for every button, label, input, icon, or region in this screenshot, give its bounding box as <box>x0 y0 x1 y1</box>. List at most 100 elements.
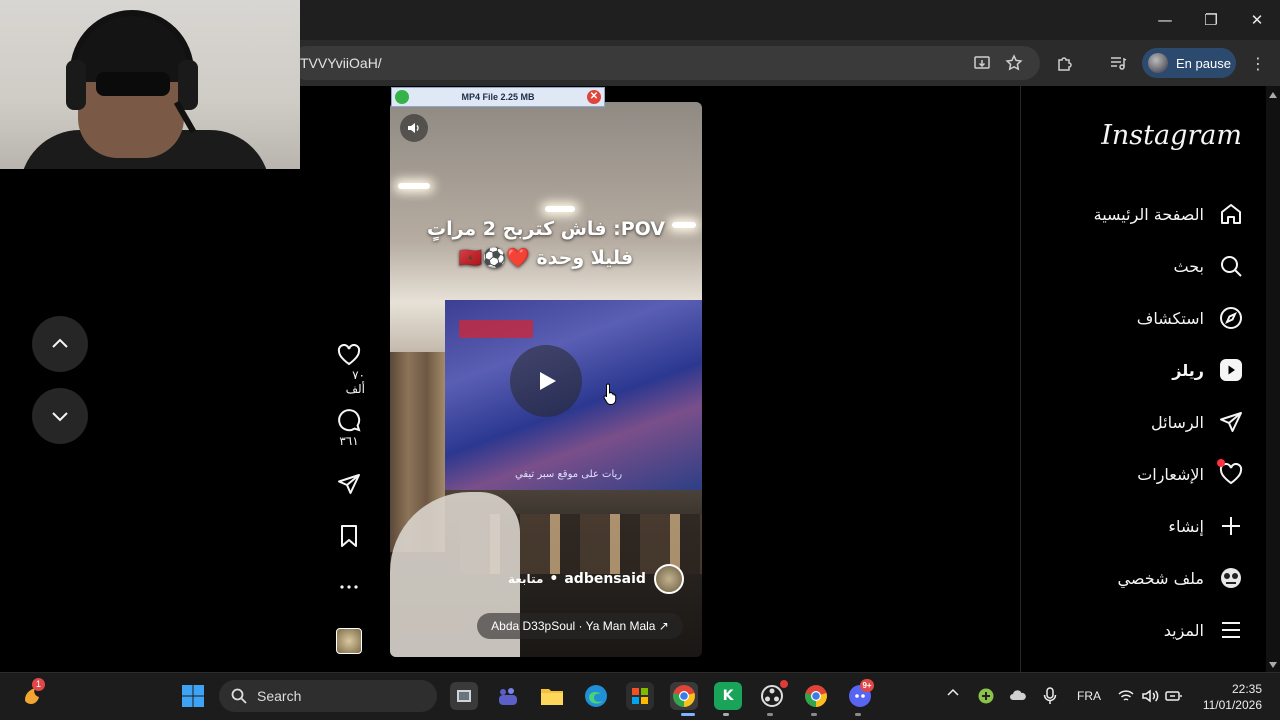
notification-badge: 1 <box>32 678 45 691</box>
reels-icon <box>1218 357 1244 383</box>
send-icon[interactable] <box>337 472 361 496</box>
taskbar-search[interactable]: Search <box>219 680 437 712</box>
bookmark-star-icon[interactable] <box>1003 52 1025 74</box>
match-scoreboard <box>459 320 533 338</box>
reel-caption-line-1: POV: فاش كتربح 2 مراتٍ <box>426 218 665 240</box>
reel-video[interactable]: ريات على موقع سبر تيفي POV: فاش كتربح 2 … <box>390 102 702 657</box>
sidebar-item-more[interactable]: المزيد <box>1040 612 1244 648</box>
tray-plus-app-icon[interactable] <box>978 688 994 707</box>
webcam-headset <box>70 10 194 80</box>
minimize-button[interactable]: — <box>1142 0 1188 40</box>
share-action[interactable] <box>333 472 365 496</box>
more-horizontal-icon[interactable] <box>337 576 361 598</box>
home-icon <box>1218 201 1244 227</box>
extensions-icon[interactable] <box>1054 52 1076 74</box>
reel-author-row: متابعة • adbensaid <box>508 571 646 587</box>
onedrive-icon[interactable] <box>1009 689 1027 704</box>
profile-avatar <box>1148 53 1168 73</box>
chevron-up-icon <box>52 338 68 348</box>
start-button[interactable] <box>181 684 205 708</box>
profile-chip[interactable]: En pause <box>1142 48 1236 78</box>
battery-icon[interactable] <box>1165 689 1183 706</box>
next-reel-button[interactable] <box>32 388 88 444</box>
author-username[interactable]: adbensaid <box>564 571 646 587</box>
volume-icon[interactable] <box>1141 688 1159 707</box>
running-indicator <box>723 713 729 716</box>
tray-overflow-icon[interactable] <box>946 686 960 703</box>
sidebar-item-label: الرسائل <box>1151 412 1204 432</box>
embedded-ticker: ريات على موقع سبر تيفي <box>515 469 623 480</box>
microphone-icon[interactable] <box>1043 687 1057 708</box>
language-indicator[interactable]: FRA <box>1077 689 1101 703</box>
discord-icon[interactable]: 9+ <box>846 679 874 710</box>
play-icon <box>540 372 556 390</box>
sidebar-item-explore[interactable]: استكشاف <box>1040 300 1244 336</box>
wifi-icon[interactable] <box>1118 689 1134 706</box>
search-icon <box>231 688 247 704</box>
kick-icon[interactable]: K <box>714 682 742 710</box>
running-indicator <box>855 713 861 716</box>
more-options-action[interactable] <box>333 576 365 598</box>
clock-date: 11/01/2026 <box>1202 698 1262 712</box>
play-button[interactable] <box>510 345 582 417</box>
sidebar-item-label: ريلز <box>1172 360 1204 380</box>
scroll-down-arrow-icon[interactable] <box>1269 662 1277 668</box>
sidebar-item-label: الإشعارات <box>1137 464 1204 484</box>
author-avatar[interactable] <box>654 564 684 594</box>
windows-logo-icon <box>182 685 204 707</box>
sidebar-item-profile[interactable]: ملف شخصي <box>1040 560 1244 596</box>
close-window-button[interactable]: ✕ <box>1234 0 1280 40</box>
heart-icon[interactable] <box>337 344 361 366</box>
comment-icon[interactable] <box>337 408 361 432</box>
sidebar-item-search[interactable]: بحث <box>1040 248 1244 284</box>
chrome-profile-icon[interactable] <box>802 682 830 710</box>
weather-widget[interactable]: 1 <box>20 678 46 708</box>
webcam-sunglasses <box>96 72 170 96</box>
sidebar-item-messages[interactable]: الرسائل <box>1040 404 1244 440</box>
sidebar-item-label: بحث <box>1173 256 1205 276</box>
webcam-overlay <box>0 0 300 169</box>
teams-icon[interactable] <box>494 682 522 710</box>
task-view-icon[interactable] <box>450 682 478 710</box>
audio-track-link[interactable]: Abda D33pSoul · Ya Man Mala ↗ <box>477 613 683 639</box>
active-indicator <box>681 713 695 716</box>
address-bar[interactable] <box>290 46 1040 80</box>
restore-button[interactable]: ❐ <box>1188 0 1234 40</box>
sidebar-item-create[interactable]: إنشاء <box>1040 508 1244 544</box>
obs-icon[interactable] <box>758 680 788 710</box>
browser-menu-icon[interactable]: ⋮ <box>1247 52 1269 74</box>
sidebar-item-label: المزيد <box>1163 620 1204 640</box>
follow-button[interactable]: متابعة <box>508 572 543 586</box>
mute-toggle-button[interactable] <box>400 114 428 142</box>
scroll-up-arrow-icon[interactable] <box>1269 92 1277 98</box>
comment-action[interactable]: ٣٦١ <box>333 408 365 448</box>
audio-thumbnail[interactable] <box>336 628 362 654</box>
url-text[interactable]: TVVYviiOaH/ <box>300 55 382 71</box>
page-scrollbar[interactable] <box>1266 86 1280 672</box>
bookmark-icon[interactable] <box>338 524 360 548</box>
instagram-logo[interactable]: Instagram <box>1060 120 1242 151</box>
media-controls-icon[interactable] <box>1107 52 1129 74</box>
edge-icon[interactable] <box>582 682 610 710</box>
like-action[interactable]: ٧٠ ألف <box>333 344 365 396</box>
store-icon[interactable] <box>626 682 654 710</box>
download-check-icon[interactable] <box>395 90 409 104</box>
sidebar-item-home[interactable]: الصفحة الرئيسية <box>1040 196 1244 232</box>
install-app-icon[interactable] <box>971 52 993 74</box>
chrome-icon[interactable] <box>670 682 698 710</box>
heart-icon <box>1217 459 1244 487</box>
sidebar-item-reels[interactable]: ريلز <box>1040 352 1244 388</box>
save-action[interactable] <box>333 524 365 548</box>
taskbar-clock[interactable]: 22:35 11/01/2026 <box>1196 681 1262 713</box>
file-explorer-icon[interactable] <box>538 682 566 710</box>
sidebar-item-notifications[interactable]: الإشعارات <box>1040 456 1244 492</box>
download-close-icon[interactable]: ✕ <box>587 90 601 104</box>
reel-caption-line-2: فليلا وحدة ❤️⚽🇲🇦 <box>458 247 634 269</box>
previous-reel-button[interactable] <box>32 316 88 372</box>
search-icon <box>1218 253 1244 279</box>
sidebar-item-label: الصفحة الرئيسية <box>1093 204 1204 224</box>
chevron-down-icon <box>52 412 68 422</box>
sidebar-item-label: استكشاف <box>1136 308 1204 328</box>
avatar-icon <box>1218 565 1244 591</box>
video-download-bar[interactable]: MP4 File 2.25 MB ✕ <box>391 87 605 107</box>
